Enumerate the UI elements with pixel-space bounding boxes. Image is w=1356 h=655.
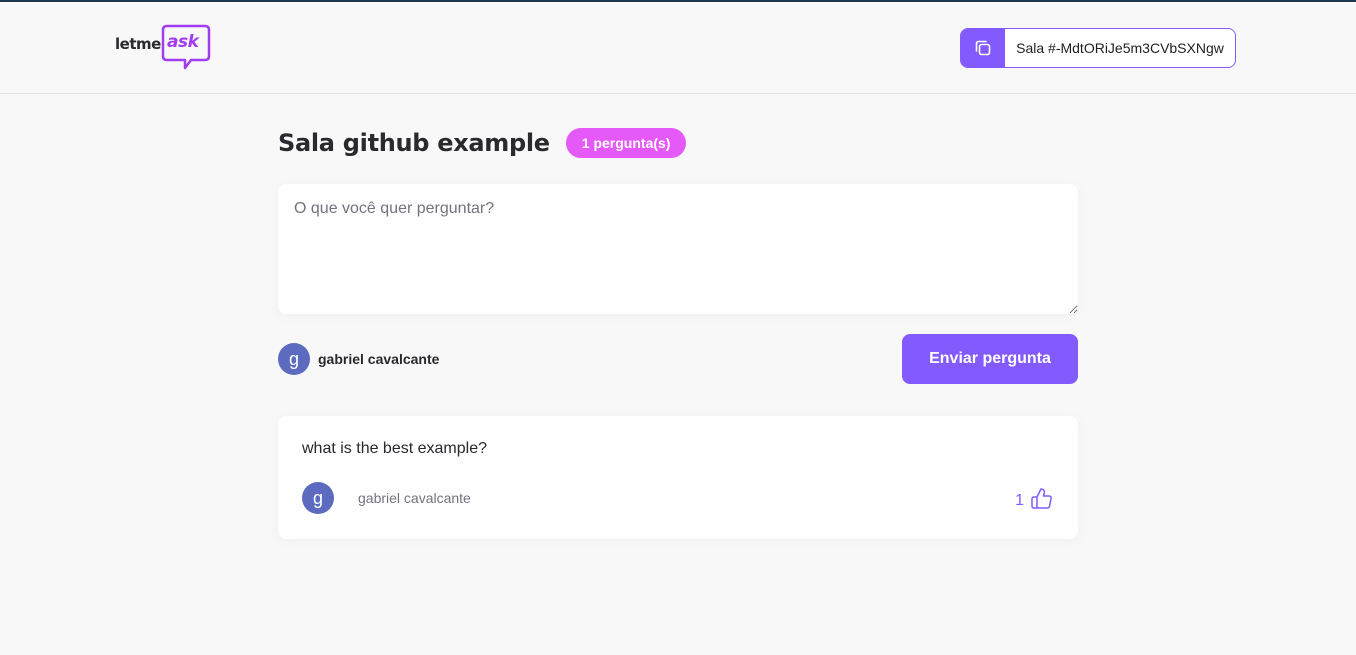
- avatar: g: [302, 482, 334, 514]
- like-count: 1: [1015, 492, 1024, 509]
- room-code-text: Sala #-MdtORiJe5m3CVbSXNgw: [1016, 39, 1224, 56]
- page-header: letme ask Sala #-MdtORiJe5m3CVbSXNgw: [0, 2, 1356, 94]
- room-title-row: Sala github example 1 pergunta(s): [278, 128, 687, 158]
- logo-text-letme: letme: [115, 35, 161, 53]
- thumbs-up-icon: [1031, 488, 1052, 509]
- avatar: g: [278, 343, 310, 375]
- like-button[interactable]: 1: [1015, 486, 1054, 510]
- question-author: g gabriel cavalcante: [302, 482, 471, 514]
- question-footer: g gabriel cavalcante 1: [302, 482, 1054, 514]
- question-text: what is the best example?: [302, 440, 487, 457]
- page-title: Sala github example: [278, 129, 550, 157]
- copy-icon: [975, 40, 991, 56]
- logo-text-ask: ask: [167, 32, 199, 52]
- question-card: what is the best example? g gabriel cava…: [278, 416, 1078, 539]
- room-code-button[interactable]: Sala #-MdtORiJe5m3CVbSXNgw: [960, 28, 1236, 68]
- form-footer: g gabriel cavalcante Enviar pergunta: [278, 334, 1078, 384]
- send-question-button[interactable]: Enviar pergunta: [902, 334, 1078, 384]
- question-textarea[interactable]: [278, 184, 1078, 314]
- letmeask-logo[interactable]: letme ask: [115, 24, 211, 72]
- current-user-info: g gabriel cavalcante: [278, 343, 439, 375]
- author-name: gabriel cavalcante: [358, 490, 471, 506]
- user-name: gabriel cavalcante: [318, 351, 440, 367]
- question-count-badge: 1 pergunta(s): [565, 128, 687, 158]
- copy-icon-box: [961, 29, 1005, 67]
